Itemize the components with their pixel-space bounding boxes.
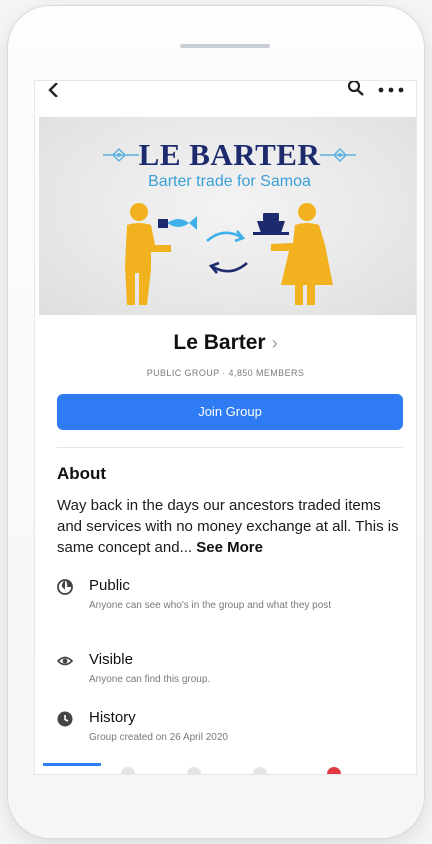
back-arrow-icon[interactable] bbox=[47, 83, 61, 97]
fish-item-icon bbox=[158, 216, 197, 230]
basket-item-icon bbox=[253, 213, 289, 235]
cover-title: LE BARTER bbox=[138, 137, 321, 172]
left-person-figure bbox=[125, 203, 171, 305]
notification-badge bbox=[327, 767, 341, 774]
cover-subtitle: Barter trade for Samoa bbox=[148, 173, 311, 190]
about-description: Way back in the days our ancestors trade… bbox=[57, 495, 403, 558]
group-cover-image: LE BARTER Barter trade for Samoa bbox=[39, 117, 416, 315]
chevron-right-icon: › bbox=[271, 333, 278, 353]
clock-icon bbox=[57, 711, 73, 727]
info-title: History bbox=[89, 709, 136, 726]
section-divider bbox=[57, 447, 403, 448]
group-name[interactable]: Le Barter bbox=[173, 331, 265, 354]
info-title: Public bbox=[89, 577, 130, 594]
phone-frame: LE BARTER Barter trade for Samoa Le Bart… bbox=[8, 6, 424, 838]
exchange-arrows-icon bbox=[206, 230, 248, 274]
search-icon[interactable] bbox=[347, 81, 365, 99]
info-description: Group created on 26 April 2020 bbox=[89, 732, 228, 743]
info-title: Visible bbox=[89, 651, 133, 668]
app-screen: LE BARTER Barter trade for Samoa Le Bart… bbox=[34, 80, 417, 775]
right-person-figure bbox=[271, 203, 333, 305]
phone-speaker bbox=[180, 44, 270, 48]
barter-illustration bbox=[125, 203, 333, 305]
top-bar bbox=[35, 81, 416, 117]
bottom-tab-strip bbox=[35, 756, 416, 774]
join-group-button[interactable]: Join Group bbox=[57, 394, 403, 430]
about-heading: About bbox=[57, 464, 107, 483]
tab-icon-placeholder[interactable] bbox=[121, 767, 135, 774]
tab-icon-placeholder[interactable] bbox=[187, 767, 201, 774]
see-more-link[interactable]: See More bbox=[196, 539, 263, 556]
group-privacy-members: PUBLIC GROUP · 4,850 MEMBERS bbox=[146, 368, 305, 378]
more-options-icon[interactable] bbox=[377, 85, 405, 95]
info-description: Anyone can find this group. bbox=[89, 674, 211, 685]
tab-icon-placeholder[interactable] bbox=[253, 767, 267, 774]
eye-icon bbox=[57, 656, 73, 666]
active-tab-indicator bbox=[43, 763, 101, 766]
group-name-row[interactable]: Le Barter › bbox=[35, 331, 416, 355]
globe-icon bbox=[57, 579, 73, 595]
info-description: Anyone can see who's in the group and wh… bbox=[89, 600, 332, 611]
